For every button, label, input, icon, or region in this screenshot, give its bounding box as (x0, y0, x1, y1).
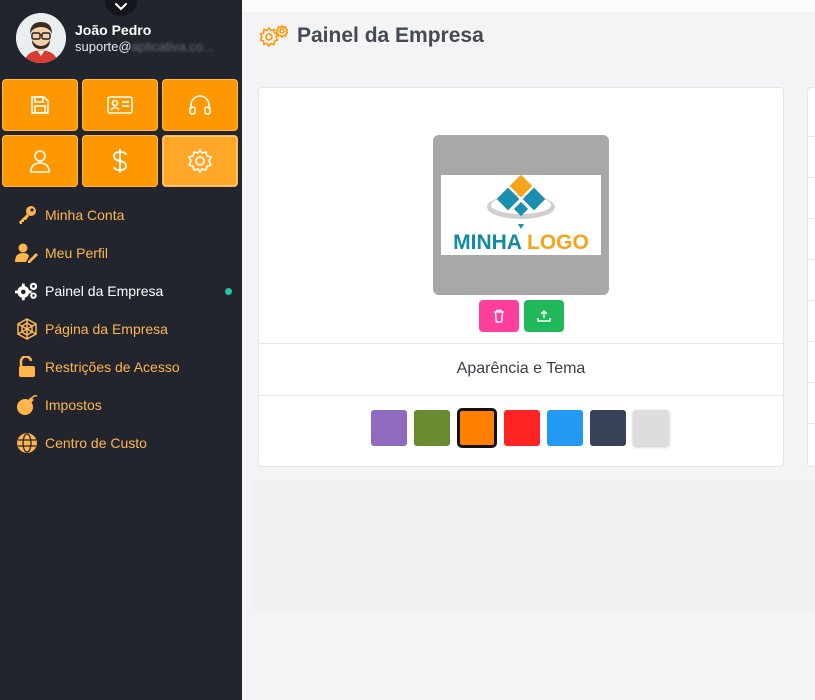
gear-icon (187, 148, 213, 174)
avatar-image (16, 13, 66, 63)
divider (259, 395, 783, 396)
divider (808, 177, 815, 178)
sidebar-item-label: Meu Perfil (45, 245, 109, 261)
company-logo: MINHA LOGO (441, 174, 601, 255)
theme-color-navy[interactable] (590, 410, 626, 446)
sidebar-item-label: Restrições de Acesso (45, 359, 180, 375)
sidebar-item-label: Centro de Custo (45, 435, 147, 451)
id-card-icon (107, 96, 133, 114)
sidebar-item-label: Página da Empresa (45, 321, 168, 337)
sidebar-item-label: Painel da Empresa (45, 283, 164, 299)
user-edit-icon (15, 243, 38, 263)
user-email: suporte@aplicativa.co... (75, 39, 214, 54)
logo-container[interactable]: MINHA LOGO (433, 135, 609, 295)
sidebar-item-centro-custo[interactable]: Centro de Custo (0, 424, 242, 462)
unlock-icon (19, 356, 35, 377)
divider (808, 218, 815, 219)
key-icon (19, 206, 36, 224)
gears-icon (259, 24, 288, 48)
sidebar-item-pagina-empresa[interactable]: Página da Empresa (0, 310, 242, 348)
divider (808, 423, 815, 424)
theme-color-red[interactable] (504, 410, 540, 446)
tile-save[interactable] (2, 79, 78, 131)
upload-icon (537, 310, 551, 322)
logo-text: MINHA LOGO (453, 231, 589, 254)
sidebar-item-restricoes[interactable]: Restrições de Acesso (0, 348, 242, 386)
divider (808, 341, 815, 342)
spider-web-icon (17, 318, 37, 340)
logo-graphic (487, 174, 555, 229)
theme-color-picker (371, 408, 676, 448)
user-name: João Pedro (75, 22, 152, 38)
theme-color-blue[interactable] (547, 410, 583, 446)
save-icon (31, 96, 49, 114)
sidebar-item-minha-conta[interactable]: Minha Conta (0, 196, 242, 234)
quick-access-tiles (2, 79, 238, 187)
chevron-down-icon (115, 3, 127, 11)
theme-color-purple[interactable] (371, 410, 407, 446)
company-branding-card: MINHA LOGO Aparência e Tema (258, 87, 784, 467)
sidebar-item-impostos[interactable]: Impostos (0, 386, 242, 424)
secondary-card (807, 87, 815, 467)
headphones-icon (189, 95, 211, 115)
tile-id-card[interactable] (82, 79, 158, 131)
sidebar-item-label: Impostos (45, 397, 102, 413)
theme-color-light-gray[interactable] (633, 410, 669, 446)
user-icon (30, 150, 50, 173)
gears-icon (15, 282, 38, 301)
divider (808, 259, 815, 260)
content-panel (252, 480, 815, 610)
section-title-theme: Aparência e Tema (456, 360, 586, 377)
page-title: Painel da Empresa (297, 24, 484, 47)
active-indicator (225, 288, 232, 295)
sidebar-item-painel-empresa[interactable]: Painel da Empresa (0, 272, 242, 310)
upload-logo-button[interactable] (524, 300, 564, 332)
theme-color-olive[interactable] (414, 410, 450, 446)
avatar[interactable] (16, 13, 66, 63)
sidebar-item-meu-perfil[interactable]: Meu Perfil (0, 234, 242, 272)
divider (259, 343, 783, 344)
divider (808, 136, 815, 137)
user-profile[interactable]: João Pedro suporte@aplicativa.co... (16, 13, 214, 63)
page-header: Painel da Empresa (258, 24, 484, 48)
trash-icon (494, 309, 504, 323)
sidebar-menu: Minha Conta Meu Perfil Painel da Empresa… (0, 196, 242, 462)
bomb-icon (17, 395, 38, 415)
tile-finance[interactable] (82, 135, 158, 187)
divider (808, 300, 815, 301)
delete-logo-button[interactable] (479, 300, 519, 332)
sidebar: João Pedro suporte@aplicativa.co... Minh… (0, 0, 242, 700)
theme-color-orange[interactable] (457, 408, 497, 448)
tile-user[interactable] (2, 135, 78, 187)
sidebar-item-label: Minha Conta (45, 207, 125, 223)
globe-icon (17, 433, 37, 453)
tile-support[interactable] (162, 79, 238, 131)
dollar-icon (113, 149, 127, 173)
top-bar (242, 0, 815, 12)
tile-settings[interactable] (162, 135, 238, 187)
divider (808, 382, 815, 383)
